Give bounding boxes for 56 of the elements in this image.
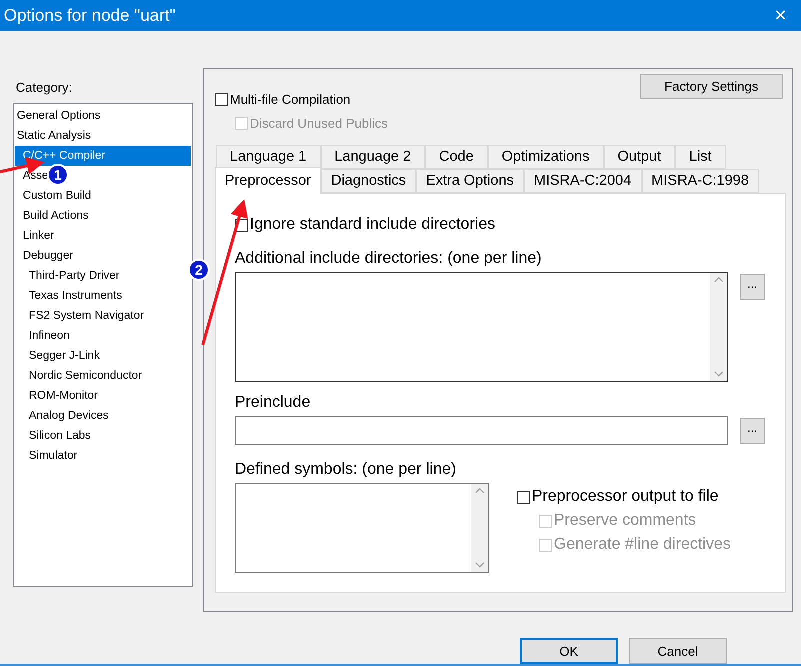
category-item[interactable]: Infineon [15, 326, 72, 346]
category-item[interactable]: Nordic Semiconductor [15, 366, 144, 386]
category-item[interactable]: Analog Devices [15, 406, 111, 426]
category-item[interactable]: Silicon Labs [15, 426, 94, 446]
scroll-bar[interactable] [710, 273, 728, 381]
category-item[interactable]: General Options [15, 106, 103, 126]
preinclude-field[interactable] [235, 416, 728, 445]
window-title: Options for node "uart" [4, 6, 176, 26]
category-item[interactable]: Build Actions [15, 206, 91, 226]
dialog-button[interactable]: OK [520, 638, 618, 664]
tab[interactable]: Code [425, 145, 488, 169]
scroll-down-icon[interactable] [714, 371, 724, 377]
category-item[interactable]: Simulator [15, 446, 80, 466]
tab[interactable]: List [675, 145, 726, 169]
category-label: Category: [16, 80, 74, 95]
factory-settings-button[interactable]: Factory Settings [640, 74, 783, 99]
scroll-down-icon[interactable] [474, 562, 484, 568]
close-button[interactable]: ✕ [774, 6, 787, 26]
tab[interactable]: MISRA-C:2004 [524, 169, 642, 193]
browse-button[interactable]: ... [740, 274, 765, 300]
checkbox-label: Multi-file Compilation [230, 92, 351, 107]
tab[interactable]: Output [604, 145, 676, 169]
step-badge: 2 [188, 259, 210, 281]
category-item[interactable]: Debugger [15, 246, 76, 266]
tab[interactable]: Optimizations [488, 145, 604, 169]
field-label: Additional include directories: (one per line) [235, 250, 543, 268]
field-label: Preinclude [235, 394, 312, 412]
checkbox-label: Generate #line directives [554, 536, 731, 554]
browse-button[interactable]: ... [740, 418, 765, 444]
defined-symbols-field[interactable] [235, 483, 489, 573]
category-item[interactable]: Static Analysis [15, 126, 94, 146]
category-item[interactable]: Custom Build [15, 186, 94, 206]
checkbox-label: Discard Unused Publics [250, 116, 388, 131]
category-item[interactable]: Linker [15, 226, 56, 246]
checkbox[interactable] [215, 93, 228, 106]
category-item[interactable]: Third-Party Driver [15, 266, 122, 286]
tab[interactable]: Language 1 [216, 145, 321, 169]
checkbox-label: Ignore standard include directories [250, 216, 496, 234]
field-label: Defined symbols: (one per line) [235, 461, 458, 479]
tab[interactable]: Diagnostics [321, 169, 416, 193]
include-directories-field[interactable] [235, 272, 728, 382]
scroll-bar[interactable] [471, 484, 488, 572]
tab[interactable]: Preprocessor [215, 167, 322, 194]
tab[interactable]: MISRA-C:1998 [642, 169, 760, 193]
scroll-up-icon[interactable] [714, 277, 724, 283]
category-item[interactable]: ROM-Monitor [15, 386, 100, 406]
checkbox-label: Preserve comments [554, 512, 696, 530]
checkbox-label: Preprocessor output to file [532, 488, 719, 506]
scroll-up-icon[interactable] [474, 488, 484, 494]
tab[interactable]: Extra Options [416, 169, 524, 193]
checkbox[interactable] [517, 490, 530, 504]
tab[interactable]: Language 2 [320, 145, 426, 169]
dialog-button[interactable]: Cancel [629, 638, 727, 664]
category-item[interactable]: Segger J-Link [15, 346, 102, 366]
category-item[interactable]: FS2 System Navigator [15, 306, 146, 326]
category-item[interactable]: Texas Instruments [15, 286, 124, 306]
